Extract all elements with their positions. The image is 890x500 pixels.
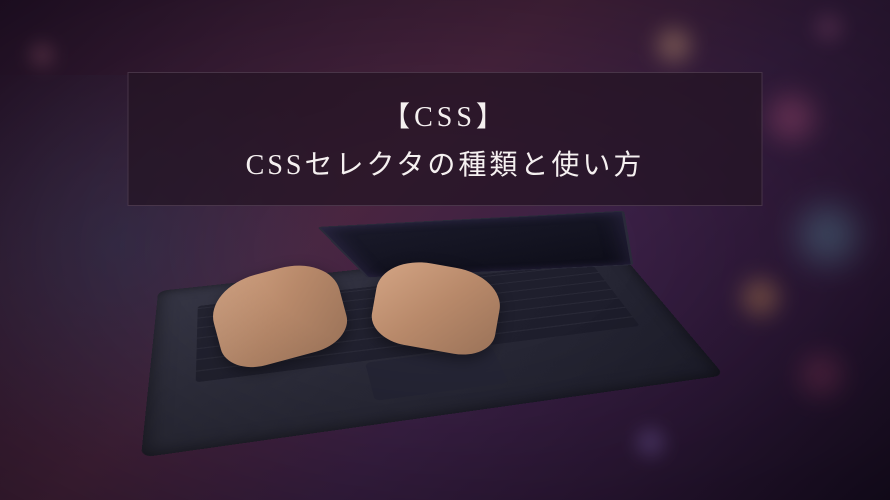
title-overlay-box: 【CSS】 CSSセレクタの種類と使い方 [128,72,763,206]
bokeh-light [793,200,863,270]
bokeh-light [654,25,694,65]
title-main: CSSセレクタの種類と使い方 [159,143,732,183]
bokeh-light [633,425,668,460]
bokeh-light [764,90,819,145]
title-category: 【CSS】 [159,95,732,135]
hero-image-container: 【CSS】 CSSセレクタの種類と使い方 [0,0,890,500]
bokeh-light [738,275,783,320]
bokeh-light [796,350,846,400]
bokeh-light [811,10,846,45]
bokeh-light [27,40,57,70]
